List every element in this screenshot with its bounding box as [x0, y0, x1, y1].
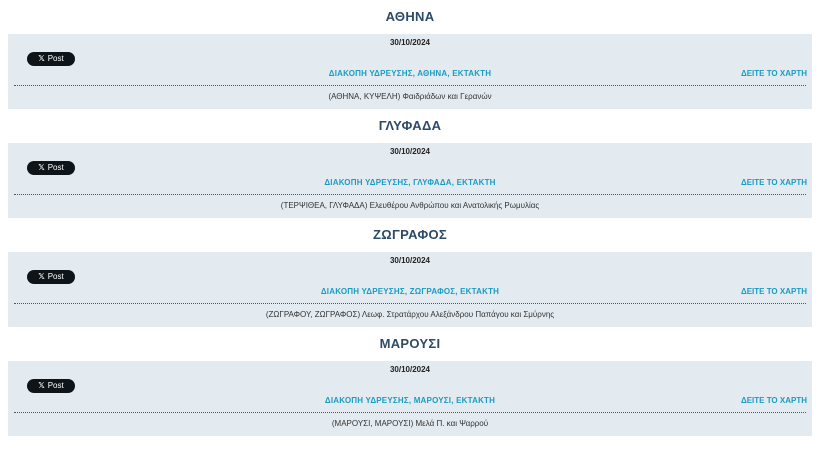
outage-headline-link[interactable]: ΔΙΑΚΟΠΗ ΥΔΡΕΥΣΗΣ, ΓΛΥΦΑΔΑ, ΕΚΤΑΚΤΗ	[8, 178, 812, 187]
view-map-link[interactable]: ΔΕΙΤΕ ΤΟ ΧΑΡΤΗ	[741, 69, 807, 78]
view-map-link[interactable]: ΔΕΙΤΕ ΤΟ ΧΑΡΤΗ	[741, 178, 807, 187]
dotted-divider	[14, 85, 806, 86]
outage-list: ΑΘΗΝΑ 30/10/2024 𝕏 Post ΔΙΑΚΟΠΗ ΥΔΡΕΥΣΗΣ…	[0, 0, 820, 436]
x-logo-icon: 𝕏	[38, 163, 45, 172]
x-post-button[interactable]: 𝕏 Post	[27, 379, 75, 393]
x-logo-icon: 𝕏	[38, 54, 45, 63]
outage-date: 30/10/2024	[389, 38, 431, 47]
outage-card: 30/10/2024 𝕏 Post ΔΙΑΚΟΠΗ ΥΔΡΕΥΣΗΣ, ΑΘΗΝ…	[8, 34, 812, 109]
region-title: ΜΑΡΟΥΣΙ	[379, 336, 441, 351]
outage-headline-link[interactable]: ΔΙΑΚΟΠΗ ΥΔΡΕΥΣΗΣ, ΜΑΡΟΥΣΙ, ΕΚΤΑΚΤΗ	[8, 396, 812, 405]
x-post-button[interactable]: 𝕏 Post	[27, 52, 75, 66]
region-title: ΑΘΗΝΑ	[385, 9, 435, 24]
outage-date: 30/10/2024	[389, 256, 431, 265]
dotted-divider	[14, 412, 806, 413]
outage-address: (ΖΩΓΡΑΦΟΥ, ΖΩΓΡΑΦΟΣ) Λεωφ. Στρατάρχου Αλ…	[265, 310, 555, 319]
region-title: ΓΛΥΦΑΔΑ	[378, 118, 442, 133]
outage-headline-link[interactable]: ΔΙΑΚΟΠΗ ΥΔΡΕΥΣΗΣ, ΑΘΗΝΑ, ΕΚΤΑΚΤΗ	[8, 69, 812, 78]
outage-headline-link[interactable]: ΔΙΑΚΟΠΗ ΥΔΡΕΥΣΗΣ, ΖΩΓΡΑΦΟΣ, ΕΚΤΑΚΤΗ	[8, 287, 812, 296]
outage-date: 30/10/2024	[389, 365, 431, 374]
view-map-link[interactable]: ΔΕΙΤΕ ΤΟ ΧΑΡΤΗ	[741, 396, 807, 405]
post-label: Post	[47, 163, 64, 172]
outage-card: 30/10/2024 𝕏 Post ΔΙΑΚΟΠΗ ΥΔΡΕΥΣΗΣ, ΜΑΡΟ…	[8, 361, 812, 436]
dotted-divider	[14, 303, 806, 304]
post-label: Post	[47, 54, 64, 63]
region-section-athina: ΑΘΗΝΑ 30/10/2024 𝕏 Post ΔΙΑΚΟΠΗ ΥΔΡΕΥΣΗΣ…	[0, 0, 820, 109]
region-title: ΖΩΓΡΑΦΟΣ	[373, 227, 447, 242]
outage-address: (ΜΑΡΟΥΣΙ, ΜΑΡΟΥΣΙ) Μελά Π. και Ψαρρού	[331, 419, 489, 428]
x-logo-icon: 𝕏	[38, 272, 45, 281]
post-label: Post	[47, 381, 64, 390]
outage-card: 30/10/2024 𝕏 Post ΔΙΑΚΟΠΗ ΥΔΡΕΥΣΗΣ, ΖΩΓΡ…	[8, 252, 812, 327]
view-map-link[interactable]: ΔΕΙΤΕ ΤΟ ΧΑΡΤΗ	[741, 287, 807, 296]
outage-date: 30/10/2024	[389, 147, 431, 156]
outage-address: (ΑΘΗΝΑ, ΚΥΨΕΛΗ) Φαιδριάδων και Γερανών	[328, 92, 492, 101]
region-section-glyfada: ΓΛΥΦΑΔΑ 30/10/2024 𝕏 Post ΔΙΑΚΟΠΗ ΥΔΡΕΥΣ…	[0, 109, 820, 218]
dotted-divider	[14, 194, 806, 195]
region-section-zografos: ΖΩΓΡΑΦΟΣ 30/10/2024 𝕏 Post ΔΙΑΚΟΠΗ ΥΔΡΕΥ…	[0, 218, 820, 327]
post-label: Post	[47, 272, 64, 281]
outage-card: 30/10/2024 𝕏 Post ΔΙΑΚΟΠΗ ΥΔΡΕΥΣΗΣ, ΓΛΥΦ…	[8, 143, 812, 218]
x-post-button[interactable]: 𝕏 Post	[27, 161, 75, 175]
outage-address: (ΤΕΡΨΙΘΕΑ, ΓΛΥΦΑΔΑ) Ελευθέρου Ανθρώπου κ…	[280, 201, 540, 210]
x-post-button[interactable]: 𝕏 Post	[27, 270, 75, 284]
region-section-marousi: ΜΑΡΟΥΣΙ 30/10/2024 𝕏 Post ΔΙΑΚΟΠΗ ΥΔΡΕΥΣ…	[0, 327, 820, 436]
x-logo-icon: 𝕏	[38, 381, 45, 390]
